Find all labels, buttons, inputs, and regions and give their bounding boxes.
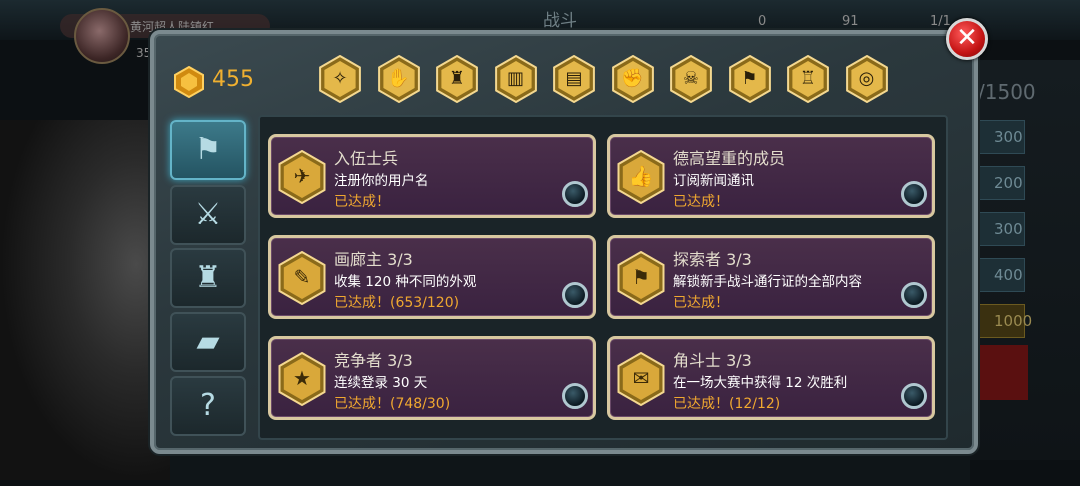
side-tab-question[interactable]: ?	[170, 376, 246, 436]
gloves-icon: ✋	[387, 68, 410, 89]
target-icon: ◎	[858, 68, 875, 89]
background-knight-figure	[0, 120, 170, 480]
achievement-status: 已达成！(653/120)	[334, 295, 460, 311]
currency-value: 455	[212, 67, 254, 92]
achievement-title: 德高望重的成员	[673, 149, 786, 168]
achievement-card[interactable]: ✉ 角斗士 3/3 在一场大赛中获得 12 次胜利 已达成！(12/12)	[607, 336, 935, 420]
achievement-card[interactable]: ✎ 画廊主 3/3 收集 120 种不同的外观 已达成！(653/120)	[268, 235, 596, 319]
achievement-detail-button[interactable]	[562, 181, 588, 207]
achievement-badge: ⚑	[614, 251, 668, 305]
side-tab-crossed-swords[interactable]: ⚔	[170, 185, 246, 245]
achievement-badge: 👍	[614, 150, 668, 204]
background-xp-text: /1500	[978, 80, 1036, 104]
side-tab-flag[interactable]: ⚑	[170, 120, 246, 180]
achievement-title: 角斗士 3/3	[673, 351, 752, 370]
achievement-detail-button[interactable]	[901, 181, 927, 207]
achievement-badge: ✎	[275, 251, 329, 305]
brush-icon: ✎	[293, 265, 311, 289]
armor-icon: ♜	[194, 260, 222, 295]
question-icon: ?	[200, 388, 216, 423]
achievement-card[interactable]: ★ 竞争者 3/3 连续登录 30 天已达成！(748/30)	[268, 336, 596, 420]
achievement-description: 订阅新闻通讯	[673, 173, 754, 189]
achievement-status: 已达成！(748/30)	[334, 396, 451, 412]
background-stat-b: 91	[842, 14, 859, 29]
background-reward-row: 300	[975, 212, 1025, 246]
achievement-description: 注册你的用户名	[334, 173, 429, 189]
achievement-detail-button[interactable]	[562, 383, 588, 409]
flag-icon: ⚑	[194, 132, 222, 167]
category-target-button[interactable]: ◎	[843, 55, 891, 103]
eagle-icon: ✈	[293, 164, 311, 188]
achievement-card[interactable]: 👍 德高望重的成员 订阅新闻通讯 已达成！	[607, 134, 935, 218]
achievement-description: 解锁新手战斗通行证的全部内容	[673, 274, 862, 290]
card-icon: ▰	[196, 324, 220, 359]
flag-icon: ⚑	[632, 265, 650, 289]
achievement-title: 画廊主 3/3	[334, 250, 413, 269]
background-reward-row: 200	[975, 166, 1025, 200]
achievement-status: 已达成！	[673, 194, 729, 210]
armor-icon: ♖	[799, 68, 817, 89]
achievement-status: 已达成！	[334, 194, 390, 210]
achievement-status: 已达成！(12/12)	[673, 396, 781, 412]
achievement-title: 探索者 3/3	[673, 250, 752, 269]
gold-hexagon-icon	[173, 65, 205, 99]
robot-icon: ♜	[448, 68, 466, 89]
close-icon: ✕	[956, 23, 978, 53]
category-cards-button[interactable]: ▤	[550, 55, 598, 103]
cards-icon: ▤	[565, 68, 583, 89]
category-weight-button[interactable]: ✊	[609, 55, 657, 103]
background-reward-row: 300	[975, 120, 1025, 154]
calendar-icon: ★	[293, 366, 311, 390]
achievement-detail-button[interactable]	[562, 282, 588, 308]
achievement-title: 竞争者 3/3	[334, 351, 413, 370]
background-reward-row: 1000	[975, 304, 1032, 338]
background-player-level: 35	[136, 46, 152, 60]
achievement-card[interactable]: ⚑ 探索者 3/3 解锁新手战斗通行证的全部内容 已达成！	[607, 235, 935, 319]
achievement-description: 在一场大赛中获得 12 次胜利	[673, 375, 848, 391]
achievement-detail-button[interactable]	[901, 383, 927, 409]
category-robot-button[interactable]: ♜	[433, 55, 481, 103]
side-tab-card[interactable]: ▰	[170, 312, 246, 372]
category-banner-button[interactable]: ⚑	[726, 55, 774, 103]
close-button[interactable]: ✕	[946, 18, 988, 60]
constellation-icon: ✧	[332, 68, 348, 89]
achievement-badge: ★	[275, 352, 329, 406]
category-book-button[interactable]: ▥	[492, 55, 540, 103]
achievement-detail-button[interactable]	[901, 282, 927, 308]
crossed-swords-icon: ⚔	[194, 197, 222, 232]
achievement-card[interactable]: ✈ 入伍士兵注册你的用户名 已达成！	[268, 134, 596, 218]
achievement-title: 入伍士兵	[334, 149, 399, 168]
banner-icon: ⚑	[741, 68, 758, 89]
skulls-icon: ☠	[682, 68, 700, 89]
background-red-button	[978, 345, 1028, 400]
weight-icon: ✊	[621, 68, 644, 89]
category-skulls-button[interactable]: ☠	[667, 55, 715, 103]
achievement-badge: ✉	[614, 352, 668, 406]
achievement-description: 连续登录 30 天	[334, 375, 428, 391]
achievement-status: 已达成！	[673, 295, 729, 311]
category-constellation-button[interactable]: ✧	[316, 55, 364, 103]
background-stat-c: 1/1	[930, 14, 951, 29]
background-stat-a: 0	[758, 14, 767, 29]
scroll-icon: ✉	[632, 366, 650, 390]
background-screen-title: 战斗	[543, 11, 577, 31]
achievement-badge: ✈	[275, 150, 329, 204]
category-gloves-button[interactable]: ✋	[375, 55, 423, 103]
background-avatar	[74, 8, 130, 64]
thumbs-up-icon: 👍	[628, 164, 654, 188]
background-reward-row: 400	[975, 258, 1025, 292]
achievement-description: 收集 120 种不同的外观	[334, 274, 477, 290]
side-tab-armor[interactable]: ♜	[170, 248, 246, 308]
book-icon: ▥	[506, 68, 524, 89]
category-armor-button[interactable]: ♖	[784, 55, 832, 103]
